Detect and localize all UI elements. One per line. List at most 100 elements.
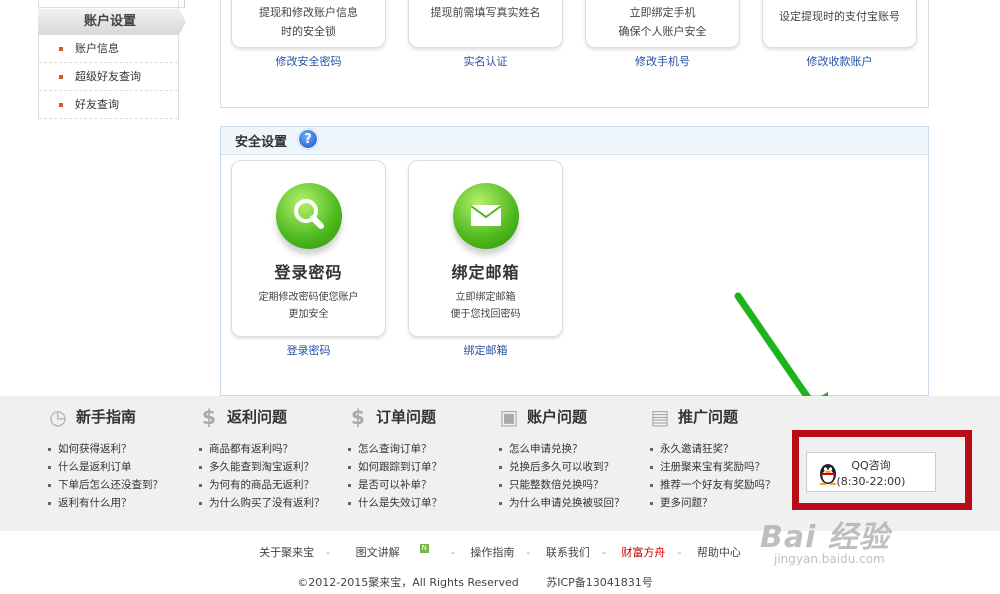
card-security-password[interactable]: 提现和修改账户信息 时的安全锁 — [231, 0, 386, 48]
footer-separator: - — [601, 546, 606, 559]
card-title: 绑定邮箱 — [451, 263, 520, 282]
copyright-text: ©2012-2015聚来宝，All Rights Reserved — [297, 576, 519, 589]
sidebar-item-super-friend-query[interactable]: 超级好友查询 — [39, 63, 178, 91]
card-desc-line: 便于您找回密码 — [450, 309, 521, 320]
footer-separator: - — [326, 546, 331, 559]
card-desc: 立即绑定手机 确保个人账户安全 — [586, 3, 739, 41]
card-bind-email[interactable]: 绑定邮箱 立即绑定邮箱 便于您找回密码 — [408, 160, 563, 337]
help-link[interactable]: 返利有什么用？ — [46, 494, 163, 512]
qq-penguin-icon — [817, 461, 839, 486]
help-link[interactable]: 怎么查询订单？ — [346, 440, 442, 458]
help-link[interactable]: 兑换后多久可以收到？ — [497, 458, 625, 476]
card-phone[interactable]: 立即绑定手机 确保个人账户安全 — [585, 0, 740, 48]
card-desc-line: 更加安全 — [288, 309, 329, 320]
help-link[interactable]: 什么是返利订单 — [46, 458, 163, 476]
sidebar-item-account-info[interactable]: 账户信息 — [39, 35, 178, 63]
gift-icon: ▣ — [499, 405, 519, 429]
card-desc: 设定提现时的支付宝账号 — [763, 7, 916, 26]
help-icon[interactable]: ? — [298, 129, 318, 149]
card-desc-line: 立即绑定手机 — [629, 6, 696, 19]
card-desc-line: 提现前需填写真实姓名 — [430, 6, 541, 19]
help-link[interactable]: 多久能查到淘宝返利？ — [197, 458, 325, 476]
card-login-password[interactable]: 登录密码 定期修改密码使您账户 更加安全 — [231, 160, 386, 337]
footer-separator: - — [450, 546, 455, 559]
new-badge: N — [419, 544, 429, 553]
card-real-name[interactable]: 提现前需填写真实姓名 — [408, 0, 563, 48]
sidebar-top-edge — [39, 0, 185, 8]
help-col-order: $ 订单问题 怎么查询订单？ 如何跟踪到订单？ 是否可以补单？ 什么是失效订单？ — [346, 404, 442, 512]
card-desc-line: 定期修改密码使您账户 — [258, 292, 359, 303]
help-link[interactable]: 只能整数倍兑换吗？ — [497, 476, 625, 494]
help-link[interactable]: 为什么申请兑换被驳回？ — [497, 494, 625, 512]
help-link[interactable]: 是否可以补单？ — [346, 476, 442, 494]
footer-separator: - — [677, 546, 682, 559]
help-col-newbie: ◷ 新手指南 如何获得返利？ 什么是返利订单 下单后怎么还没查到？ 返利有什么用… — [46, 404, 163, 512]
footer-link-contact[interactable]: 联系我们 — [546, 546, 590, 559]
money-bag-icon: $ — [351, 405, 365, 429]
link-change-payment-account[interactable]: 修改收款账户 — [762, 53, 917, 69]
help-col-rebate: $ 返利问题 商品都有返利吗？ 多久能查到淘宝返利？ 为何有的商品无返利？ 为什… — [197, 404, 325, 512]
magnifier-icon — [275, 183, 342, 249]
sidebar-list: 账户信息 超级好友查询 好友查询 — [39, 35, 178, 119]
help-col-title-text: 订单问题 — [376, 408, 437, 426]
help-col-title: $ 订单问题 — [346, 404, 442, 430]
footer-link-text: 图文讲解 — [355, 546, 400, 559]
clock-icon: ◷ — [49, 405, 67, 429]
help-col-title: ▣ 账户问题 — [497, 404, 625, 430]
help-link[interactable]: 商品都有返利吗？ — [197, 440, 325, 458]
link-change-security-password[interactable]: 修改安全密码 — [231, 53, 386, 69]
icp-text: 苏ICP备13041831号 — [546, 576, 653, 589]
help-link[interactable]: 永久邀请狂奖？ — [648, 440, 776, 458]
footer-link-about[interactable]: 关于聚来宝 — [259, 546, 314, 559]
help-link[interactable]: 如何获得返利？ — [46, 440, 163, 458]
sidebar-item-friend-query[interactable]: 好友查询 — [39, 91, 178, 119]
card-desc: 定期修改密码使您账户 更加安全 — [232, 289, 385, 323]
help-col-title-text: 账户问题 — [527, 408, 588, 426]
link-real-name[interactable]: 实名认证 — [408, 53, 563, 69]
help-col-title: $ 返利问题 — [197, 404, 325, 430]
card-desc-line: 提现和修改账户信息 — [259, 6, 358, 19]
security-panel-header: 安全设置 ? — [221, 127, 928, 155]
copyright: ©2012-2015聚来宝，All Rights Reserved 苏ICP备1… — [0, 574, 950, 590]
account-panel: 提现和修改账户信息 时的安全锁 修改安全密码 提现前需填写真实姓名 实名认证 立… — [220, 0, 929, 108]
link-change-phone[interactable]: 修改手机号 — [585, 53, 740, 69]
help-col-promotion: ▤ 推广问题 永久邀请狂奖？ 注册聚来宝有奖励吗？ 推荐一个好友有奖励吗？ 更多… — [648, 404, 776, 512]
help-link[interactable]: 推荐一个好友有奖励吗？ — [648, 476, 776, 494]
link-login-password[interactable]: 登录密码 — [231, 342, 386, 358]
help-col-title: ◷ 新手指南 — [46, 404, 163, 430]
help-link[interactable]: 怎么申请兑换？ — [497, 440, 625, 458]
sidebar-heading: 账户设置 — [38, 9, 186, 35]
qq-consult-button[interactable]: QQ咨询 (8:30-22:00) — [806, 452, 936, 492]
card-desc-line: 立即绑定邮箱 — [455, 292, 516, 303]
baidu-jingyan-watermark: Bai 经验 jingyan.baidu.com — [760, 512, 890, 566]
help-link[interactable]: 什么是失效订单？ — [346, 494, 442, 512]
card-payment-account[interactable]: 设定提现时的支付宝账号 — [762, 0, 917, 48]
card-desc: 提现前需填写真实姓名 — [409, 3, 562, 22]
help-link[interactable]: 为何有的商品无返利？ — [197, 476, 325, 494]
page: 账户设置 账户信息 超级好友查询 好友查询 提现和修改账户信息 时的安全锁 修改… — [0, 0, 1000, 594]
help-col-title-text: 推广问题 — [678, 408, 739, 426]
help-col-title-text: 新手指南 — [76, 408, 137, 426]
help-link[interactable]: 为什么购买了没有返利？ — [197, 494, 325, 512]
card-desc: 立即绑定邮箱 便于您找回密码 — [409, 289, 562, 323]
link-bind-email[interactable]: 绑定邮箱 — [408, 342, 563, 358]
watermark-url: jingyan.baidu.com — [774, 552, 885, 566]
footer-link-wealth-ark[interactable]: 财富方舟 — [621, 546, 665, 559]
security-panel-title: 安全设置 — [235, 135, 288, 150]
watermark-logo: Bai 经验 — [760, 520, 890, 555]
card-desc-line: 时的安全锁 — [281, 25, 336, 38]
envelope-icon — [452, 183, 519, 249]
footer-link-help-center[interactable]: 帮助中心 — [697, 546, 741, 559]
help-col-title: ▤ 推广问题 — [648, 404, 776, 430]
footer-link-illustrated[interactable]: 图文讲解 N — [346, 544, 439, 559]
help-link[interactable]: 下单后怎么还没查到？ — [46, 476, 163, 494]
help-link[interactable]: 注册聚来宝有奖励吗？ — [648, 458, 776, 476]
footer-separator: - — [526, 546, 531, 559]
footer-link-guide[interactable]: 操作指南 — [470, 546, 514, 559]
card-title: 登录密码 — [274, 263, 343, 282]
money-doc-icon: $ — [202, 405, 216, 429]
help-link[interactable]: 更多问题？ — [648, 494, 776, 512]
help-link[interactable]: 如何跟踪到订单？ — [346, 458, 442, 476]
help-col-account: ▣ 账户问题 怎么申请兑换？ 兑换后多久可以收到？ 只能整数倍兑换吗？ 为什么申… — [497, 404, 625, 512]
sidebar: 账户设置 账户信息 超级好友查询 好友查询 — [38, 0, 186, 120]
